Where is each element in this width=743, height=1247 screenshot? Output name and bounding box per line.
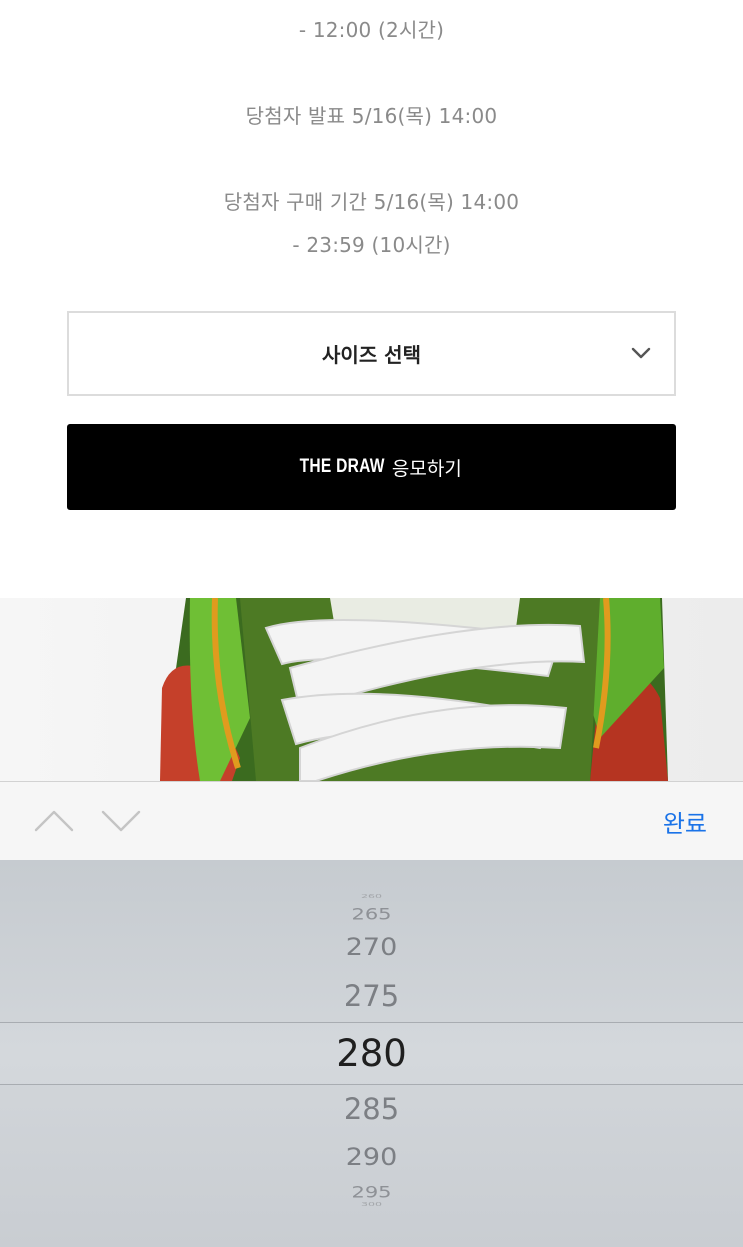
picker-option[interactable]: 275 (0, 979, 743, 1013)
picker-option-selected[interactable]: 280 (0, 1032, 743, 1075)
purchase-period-end: - 23:59 (10시간) (292, 233, 451, 257)
time-range-line: - 12:00 (2시간) (298, 18, 445, 42)
picker-option[interactable]: 290 (0, 1144, 743, 1171)
product-image (0, 598, 743, 781)
size-select-label: 사이즈 선택 (322, 343, 421, 367)
chevron-up-icon[interactable] (34, 806, 74, 836)
picker-option[interactable]: 270 (0, 934, 743, 961)
picker-option[interactable]: 260 (0, 894, 743, 900)
picker-option[interactable]: 300 (0, 1202, 743, 1208)
picker-option[interactable]: 295 (0, 1183, 743, 1201)
draw-button-label: 응모하기 (391, 457, 462, 480)
picker-option[interactable]: 285 (0, 1092, 743, 1126)
done-button[interactable]: 완료 (663, 804, 707, 839)
picker-option[interactable]: 265 (0, 905, 743, 923)
chevron-down-icon (631, 347, 651, 359)
winner-purchase-period: 당첨자 구매 기간 5/16(목) 14:00 (223, 190, 520, 214)
size-picker[interactable]: 260 265 270 275 280 285 290 295 300 (0, 860, 743, 1247)
draw-entry-button[interactable]: THE DRAW 응모하기 (67, 424, 676, 510)
size-select[interactable]: 사이즈 선택 (67, 311, 676, 396)
draw-brand-text: THE DRAW (299, 456, 385, 477)
picker-toolbar: 완료 (0, 781, 743, 860)
chevron-down-icon[interactable] (101, 806, 141, 836)
winner-announcement: 당첨자 발표 5/16(목) 14:00 (245, 104, 498, 128)
sneaker-image (0, 598, 743, 781)
